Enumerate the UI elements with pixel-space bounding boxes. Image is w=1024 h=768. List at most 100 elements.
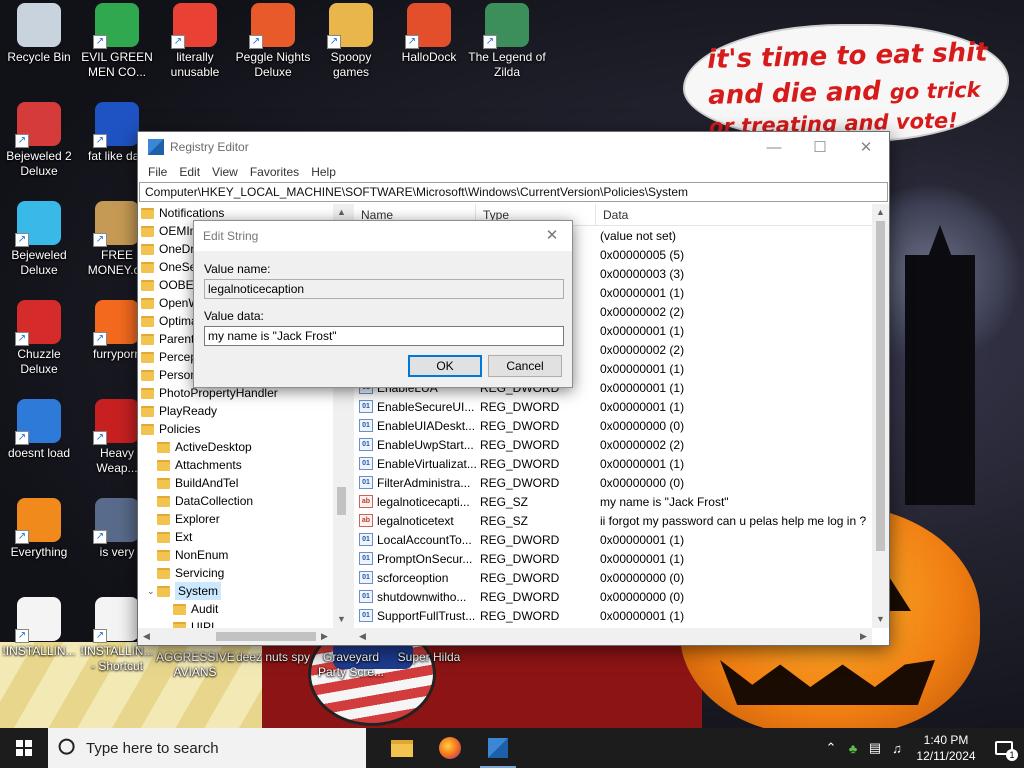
- value-type-cell: REG_SZ: [480, 513, 529, 528]
- minimize-button[interactable]: —: [751, 132, 797, 162]
- tree-item[interactable]: DataCollection: [138, 492, 350, 510]
- tree-horizontal-scrollbar[interactable]: ◀ ▶: [138, 628, 350, 645]
- value-data-field[interactable]: my name is "Jack Frost": [204, 326, 564, 346]
- menu-file[interactable]: File: [142, 162, 173, 182]
- column-header-data[interactable]: Data: [596, 204, 889, 225]
- scroll-thumb[interactable]: [216, 632, 316, 641]
- value-row[interactable]: 01 FilterAdministra... REG_DWORD 0x00000000…: [354, 473, 889, 492]
- desktop-icon[interactable]: Graveyard Party Scre...: [312, 650, 390, 680]
- menu-favorites[interactable]: Favorites: [244, 162, 305, 182]
- tree-item[interactable]: ActiveDesktop: [138, 438, 350, 456]
- value-name-cell: ab legalnoticecapti...: [354, 495, 476, 509]
- value-row[interactable]: 01 SupportFullTrust... REG_DWORD 0x00000001…: [354, 606, 889, 625]
- desktop-icon[interactable]: ↗ HalloDock: [390, 3, 468, 65]
- dialog-title-bar[interactable]: Edit String ✕: [194, 221, 572, 251]
- desktop-icon[interactable]: ↗ EVIL GREEN MEN CO...: [78, 3, 156, 80]
- desktop-icon[interactable]: ↗ !INSTALLIN...: [0, 597, 78, 659]
- binary-value-icon: 01: [359, 419, 373, 432]
- menu-help[interactable]: Help: [305, 162, 342, 182]
- scroll-down-icon[interactable]: ▼: [333, 611, 350, 628]
- registry-editor-window[interactable]: Registry Editor — ☐ ✕ File Edit View Favori…: [137, 131, 890, 646]
- desktop-icon[interactable]: ↗ Everything: [0, 498, 78, 560]
- scroll-down-icon[interactable]: ▼: [872, 611, 889, 628]
- taskbar-registry-editor[interactable]: [474, 728, 522, 768]
- desktop-icon[interactable]: ↗ Peggle Nights Deluxe: [234, 3, 312, 80]
- value-row[interactable]: 01 shutdownwitho... REG_DWORD 0x00000000 (0…: [354, 587, 889, 606]
- value-row[interactable]: 01 scforceoption REG_DWORD 0x00000000 (0): [354, 568, 889, 587]
- desktop-icon[interactable]: Super Hilda: [390, 650, 468, 665]
- shortcut-arrow-icon: ↗: [15, 629, 29, 643]
- value-row[interactable]: 01 EnableVirtualizat... REG_DWORD 0x0000000…: [354, 454, 889, 473]
- clock[interactable]: 1:40 PM 12/11/2024: [908, 732, 984, 764]
- menu-edit[interactable]: Edit: [173, 162, 206, 182]
- value-row[interactable]: ab legalnoticetext REG_SZ ii forgot my pass…: [354, 511, 889, 530]
- ok-button[interactable]: OK: [408, 355, 482, 377]
- value-row[interactable]: 01 EnableSecureUI... REG_DWORD 0x00000001 (…: [354, 397, 889, 416]
- desktop-icon[interactable]: ↗ literally unusable: [156, 3, 234, 80]
- value-row[interactable]: ab legalnoticecapti... REG_SZ my name is "J…: [354, 492, 889, 511]
- security-icon[interactable]: ♣: [842, 741, 864, 756]
- scroll-thumb[interactable]: [876, 221, 885, 551]
- tree-item[interactable]: BuildAndTel: [138, 474, 350, 492]
- maximize-button[interactable]: ☐: [797, 132, 843, 162]
- desktop-icon[interactable]: AGGRESSIVE AVIANS: [156, 650, 235, 680]
- desktop-icon[interactable]: ↗ The Legend of Zilda: [468, 3, 546, 80]
- volume-icon[interactable]: ♫: [886, 741, 908, 756]
- shortcut-arrow-icon: ↗: [93, 35, 107, 49]
- taskbar-firefox[interactable]: [426, 728, 474, 768]
- scroll-right-icon[interactable]: ▶: [316, 628, 333, 645]
- taskbar-file-explorer[interactable]: [378, 728, 426, 768]
- desktop-icon[interactable]: ↗ Spoopy games: [312, 3, 390, 80]
- value-row[interactable]: 01 EnableUIADeskt... REG_DWORD 0x00000000 (…: [354, 416, 889, 435]
- tree-item[interactable]: Audit: [138, 600, 350, 618]
- network-icon[interactable]: ▤: [864, 740, 886, 756]
- text-file-icon: ↗: [93, 597, 139, 643]
- window-title: Registry Editor: [170, 140, 249, 154]
- tree-item[interactable]: ⌄ System: [138, 582, 350, 600]
- expand-chevron-icon[interactable]: ⌄: [147, 582, 155, 600]
- tree-item[interactable]: NonEnum: [138, 546, 350, 564]
- scroll-right-icon[interactable]: ▶: [855, 628, 872, 645]
- show-hidden-icons-icon[interactable]: ⌃: [820, 740, 842, 756]
- tree-item[interactable]: Ext: [138, 528, 350, 546]
- notification-center-button[interactable]: 1: [984, 741, 1024, 761]
- scroll-thumb[interactable]: [337, 487, 346, 515]
- start-button[interactable]: [0, 728, 48, 768]
- scroll-left-icon[interactable]: ◀: [354, 628, 371, 645]
- values-horizontal-scrollbar[interactable]: ◀ ▶: [354, 628, 872, 645]
- value-data-cell: my name is "Jack Frost": [600, 494, 729, 509]
- desktop-icon[interactable]: ↗ Chuzzle Deluxe: [0, 300, 78, 377]
- tree-item[interactable]: PlayReady: [138, 402, 350, 420]
- shortcut-arrow-icon: ↗: [405, 35, 419, 49]
- thunderbird-icon: ↗: [15, 399, 61, 445]
- address-bar[interactable]: Computer\HKEY_LOCAL_MACHINE\SOFTWARE\Mic…: [139, 182, 888, 202]
- desktop-icon[interactable]: Recycle Bin: [0, 3, 78, 65]
- value-row[interactable]: 01 EnableUwpStart... REG_DWORD 0x00000002 (…: [354, 435, 889, 454]
- value-row[interactable]: 01 PromptOnSecur... REG_DWORD 0x00000001 (1…: [354, 549, 889, 568]
- tree-item[interactable]: Policies: [138, 420, 350, 438]
- taskbar-search-box[interactable]: Type here to search: [48, 728, 366, 768]
- value-name-text: SupportFullTrust...: [377, 608, 476, 623]
- desktop-icon[interactable]: deez nuts spy: [234, 650, 312, 665]
- scroll-left-icon[interactable]: ◀: [138, 628, 155, 645]
- desktop-icon-label: Peggle Nights Deluxe: [235, 50, 311, 79]
- desktop-icon[interactable]: ↗ Bejeweled Deluxe: [0, 201, 78, 278]
- value-type-cell: REG_SZ: [480, 494, 529, 509]
- tree-item[interactable]: Servicing: [138, 564, 350, 582]
- menu-view[interactable]: View: [206, 162, 244, 182]
- close-button[interactable]: ✕: [843, 132, 889, 162]
- cancel-button[interactable]: Cancel: [488, 355, 562, 377]
- tree-item[interactable]: Explorer: [138, 510, 350, 528]
- scroll-up-icon[interactable]: ▲: [333, 204, 350, 221]
- values-vertical-scrollbar[interactable]: ▲ ▼: [872, 204, 889, 628]
- value-name-field[interactable]: legalnoticecaption: [204, 279, 564, 299]
- tree-item[interactable]: Attachments: [138, 456, 350, 474]
- taskbar: Type here to search ⌃ ♣ ▤ ♫ 1:40 PM 12/1…: [0, 728, 1024, 768]
- value-row[interactable]: 01 LocalAccountTo... REG_DWORD 0x00000001 (…: [354, 530, 889, 549]
- scroll-up-icon[interactable]: ▲: [872, 204, 889, 221]
- dialog-close-icon[interactable]: ✕: [540, 221, 564, 251]
- desktop-icon[interactable]: ↗ doesnt load: [0, 399, 78, 461]
- edit-string-dialog[interactable]: Edit String ✕ Value name: legalnoticecap…: [193, 220, 573, 388]
- desktop-icon[interactable]: ↗ Bejeweled 2 Deluxe: [0, 102, 78, 179]
- title-bar[interactable]: Registry Editor — ☐ ✕: [138, 132, 889, 162]
